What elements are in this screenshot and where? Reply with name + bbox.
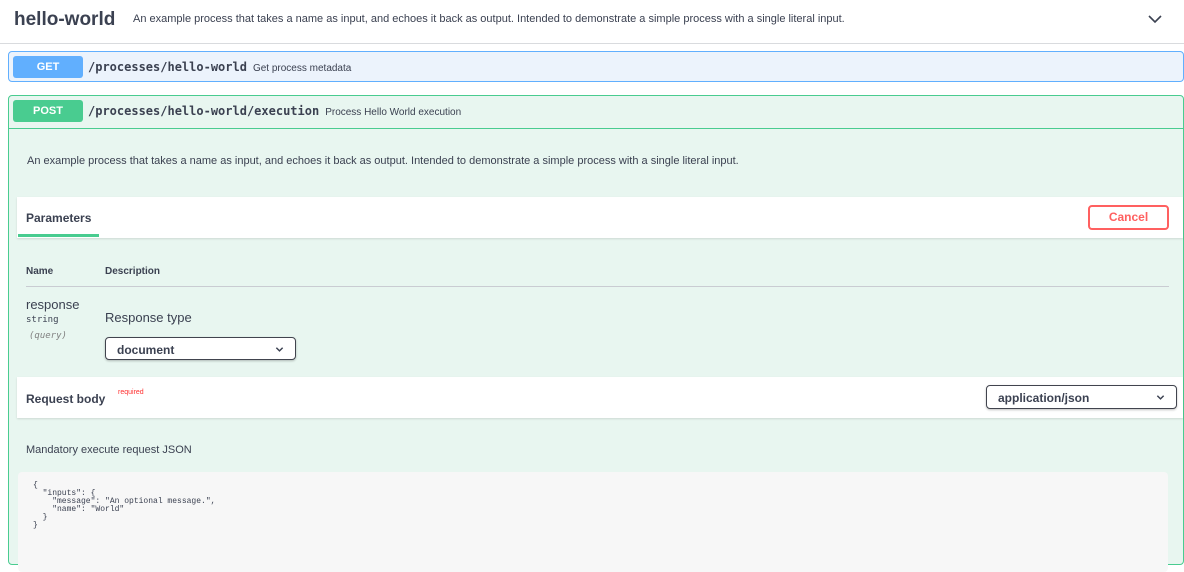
- operation-path: /processes/hello-world/execution Process …: [88, 104, 461, 118]
- request-body-code[interactable]: { "inputs": { "message": "An optional me…: [33, 482, 215, 530]
- method-badge-get: GET: [13, 56, 83, 78]
- tag-header[interactable]: hello-world An example process that take…: [0, 0, 1184, 44]
- cancel-button[interactable]: Cancel: [1088, 205, 1169, 230]
- select-value: document: [117, 343, 175, 357]
- required-label: required: [118, 389, 144, 396]
- request-body-section-header: Request body required application/json: [17, 377, 1183, 418]
- request-body-title: Request body: [26, 392, 106, 406]
- parameter-type: string: [26, 315, 59, 325]
- chevron-down-icon: [1156, 395, 1165, 400]
- request-body-description: Mandatory execute request JSON: [26, 444, 192, 456]
- operation-summary: Process Hello World execution: [325, 107, 462, 118]
- parameters-tab-underline: [18, 234, 99, 237]
- operation-summary: Get process metadata: [252, 63, 352, 74]
- operation-get-process[interactable]: GET /processes/hello-world Get process me…: [8, 51, 1184, 82]
- operation-path-text: /processes/hello-world/execution: [88, 104, 320, 118]
- parameters-tab[interactable]: Parameters: [26, 211, 91, 225]
- operation-path-text: /processes/hello-world: [88, 60, 247, 74]
- chevron-down-icon[interactable]: [1147, 11, 1163, 27]
- operation-header[interactable]: POST /processes/hello-world/execution Pro…: [9, 96, 1183, 129]
- chevron-down-icon: [275, 347, 284, 352]
- tag-name[interactable]: hello-world: [14, 9, 115, 31]
- parameter-name: response: [26, 297, 80, 312]
- select-value: application/json: [998, 391, 1090, 405]
- parameter-description: Response type: [105, 310, 192, 325]
- request-body-example[interactable]: { "inputs": { "message": "An optional me…: [18, 472, 1168, 572]
- parameter-location: (query): [29, 331, 67, 341]
- column-header-description: Description: [105, 266, 161, 277]
- operation-path: /processes/hello-world Get process metada…: [88, 60, 351, 74]
- operation-description: An example process that takes a name as …: [27, 155, 739, 167]
- method-badge-post: POST: [13, 100, 83, 122]
- tag-description: An example process that takes a name as …: [133, 13, 845, 25]
- table-header-divider: [26, 286, 1169, 287]
- content-type-select[interactable]: application/json: [986, 385, 1177, 409]
- parameters-section-header: Parameters Cancel: [17, 197, 1183, 238]
- operation-post-execution: POST /processes/hello-world/execution Pro…: [8, 95, 1184, 572]
- column-header-name: Name: [26, 266, 54, 277]
- response-type-select[interactable]: document: [105, 337, 296, 360]
